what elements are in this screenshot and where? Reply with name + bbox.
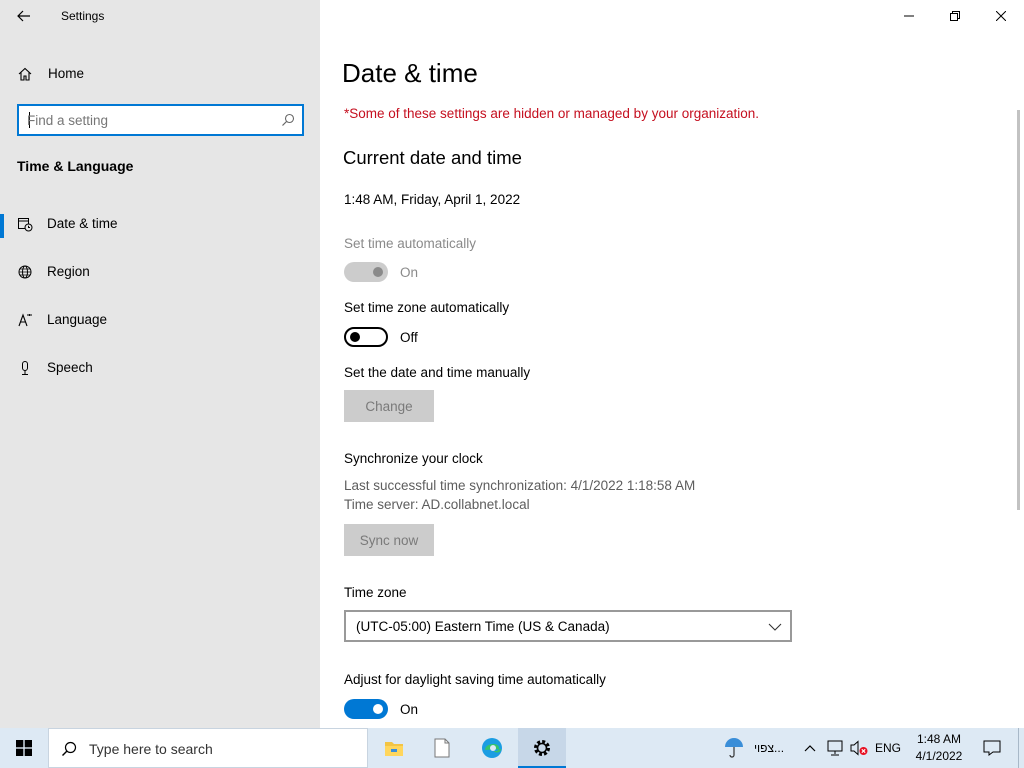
notification-icon	[983, 740, 1001, 756]
current-date-value: 1:48 AM, Friday, April 1, 2022	[344, 192, 521, 207]
settings-icon	[534, 740, 550, 756]
dst-state: On	[400, 702, 419, 717]
settings-search-box[interactable]	[17, 104, 304, 136]
show-hidden-icons-button[interactable]	[800, 728, 820, 768]
settings-window: Settings Home Time & Language Date & tim…	[0, 0, 1024, 728]
taskbar-edge[interactable]	[468, 728, 516, 768]
chevron-down-icon	[768, 623, 782, 631]
chevron-up-icon	[804, 745, 816, 752]
back-button[interactable]	[8, 4, 40, 28]
set-timezone-auto-label: Set time zone automatically	[344, 300, 510, 315]
sidebar-item-date-time[interactable]: Date & time	[0, 204, 320, 244]
title-bar: Settings	[0, 0, 320, 32]
umbrella-rain-icon	[725, 738, 743, 758]
input-language-indicator[interactable]: ENG	[872, 728, 904, 768]
edge-icon	[482, 738, 502, 758]
dst-label: Adjust for daylight saving time automati…	[344, 672, 606, 687]
change-button: Change	[344, 390, 434, 422]
sidebar: Settings Home Time & Language Date & tim…	[0, 0, 320, 728]
taskbar-search-placeholder: Type here to search	[89, 741, 213, 757]
clock-time: 1:48 AM	[916, 732, 962, 746]
sidebar-item-label: Language	[47, 312, 108, 327]
volume-tray[interactable]	[848, 728, 870, 768]
selection-indicator	[0, 214, 4, 238]
action-center-button[interactable]	[976, 728, 1008, 768]
set-time-auto-label: Set time automatically	[344, 236, 477, 251]
current-date-heading: Current date and time	[343, 147, 522, 168]
section-title: Time & Language	[17, 158, 134, 174]
manual-time-label: Set the date and time manually	[344, 365, 531, 380]
sidebar-item-home[interactable]: Home	[0, 58, 320, 90]
taskbar-search-box[interactable]: Type here to search	[48, 728, 368, 768]
date-time-icon	[18, 218, 33, 232]
toggle-knob	[373, 704, 383, 714]
language-icon	[18, 313, 32, 327]
time-server-text: Time server: AD.collabnet.local	[344, 497, 530, 512]
home-label: Home	[48, 66, 85, 81]
network-icon	[827, 740, 843, 756]
home-icon	[18, 67, 32, 81]
set-time-auto-toggle	[344, 262, 388, 282]
main-content: Date & time *Some of these settings are …	[320, 0, 1024, 728]
search-icon	[282, 113, 295, 126]
taskbar-clock[interactable]: 1:48 AM 4/1/2022	[906, 731, 972, 765]
region-globe-icon	[18, 265, 32, 279]
taskbar-file-explorer[interactable]	[370, 728, 418, 768]
sidebar-item-label: Speech	[47, 360, 93, 375]
toggle-knob	[350, 332, 360, 342]
weather-widget[interactable]	[722, 728, 746, 768]
network-tray[interactable]	[824, 728, 846, 768]
toggle-knob	[373, 267, 383, 277]
page-title: Date & time	[342, 58, 478, 88]
sidebar-item-label: Date & time	[47, 216, 118, 231]
microphone-icon	[22, 361, 28, 375]
sidebar-item-region[interactable]: Region	[0, 252, 320, 292]
set-timezone-auto-toggle[interactable]	[344, 327, 388, 347]
time-zone-label: Time zone	[344, 585, 407, 600]
search-icon	[62, 741, 77, 756]
taskbar-notepad[interactable]	[418, 728, 466, 768]
start-button[interactable]	[0, 728, 48, 768]
sidebar-item-label: Region	[47, 264, 90, 279]
dst-toggle[interactable]	[344, 699, 388, 719]
sidebar-item-speech[interactable]: Speech	[0, 348, 320, 388]
sidebar-item-language[interactable]: Language	[0, 300, 320, 340]
last-sync-text: Last successful time synchronization: 4/…	[344, 478, 696, 493]
file-explorer-icon	[385, 742, 403, 756]
clock-date: 4/1/2022	[915, 749, 963, 763]
organization-notice: *Some of these settings are hidden or ma…	[344, 106, 760, 121]
settings-search-input[interactable]	[27, 111, 277, 129]
sync-now-button: Sync now	[344, 524, 434, 556]
weather-text[interactable]: צפוי...	[748, 728, 790, 768]
set-time-auto-state: On	[400, 265, 419, 280]
taskbar-settings[interactable]	[518, 728, 566, 768]
time-zone-dropdown[interactable]: (UTC-05:00) Eastern Time (US & Canada)	[344, 610, 792, 642]
back-arrow-icon	[17, 10, 30, 22]
taskbar: Type here to search צפוי... ENG 1:48 AM …	[0, 728, 1024, 768]
volume-muted-icon	[850, 740, 868, 756]
windows-logo-icon	[16, 740, 32, 756]
scrollbar[interactable]	[1017, 110, 1020, 510]
set-timezone-auto-state: Off	[400, 330, 418, 345]
notepad-icon	[434, 738, 450, 758]
app-title: Settings	[61, 9, 105, 23]
time-zone-value: (UTC-05:00) Eastern Time (US & Canada)	[356, 619, 610, 634]
sync-heading: Synchronize your clock	[344, 451, 483, 466]
show-desktop-button[interactable]	[1018, 728, 1024, 768]
